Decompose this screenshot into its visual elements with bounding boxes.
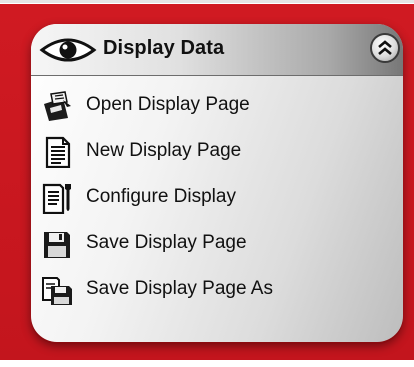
menu-item-label: New Display Page — [86, 140, 242, 161]
menu-item-label: Configure Display — [86, 186, 236, 207]
menu-item-configure-display[interactable]: Configure Display — [31, 180, 403, 226]
top-divider — [0, 0, 414, 3]
collapse-button[interactable] — [370, 33, 400, 63]
menu-item-new-display-page[interactable]: New Display Page — [31, 134, 403, 180]
menu-item-label: Save Display Page — [86, 232, 247, 253]
menu-item-label: Open Display Page — [86, 94, 250, 115]
save-as-icon — [42, 277, 72, 305]
double-chevron-up-icon — [378, 40, 392, 55]
menu-item-open-display-page[interactable]: Open Display Page — [31, 88, 403, 134]
configure-icon — [42, 183, 71, 214]
panel-header: Display Data — [31, 24, 403, 76]
display-menu: Open Display Page New Display Page Confi… — [31, 88, 403, 318]
floppy-disk-icon — [44, 232, 70, 258]
eye-icon — [39, 38, 97, 62]
menu-item-save-display-page[interactable]: Save Display Page — [31, 226, 403, 272]
display-data-panel: Display Data Open Display Page New Displ… — [31, 24, 403, 342]
menu-item-save-display-page-as[interactable]: Save Display Page As — [31, 272, 403, 318]
menu-item-label: Save Display Page As — [86, 278, 273, 299]
screen: Display Data Open Display Page New Displ… — [0, 0, 414, 367]
open-page-icon — [44, 91, 71, 121]
new-page-icon — [45, 136, 71, 168]
panel-title: Display Data — [103, 37, 225, 59]
